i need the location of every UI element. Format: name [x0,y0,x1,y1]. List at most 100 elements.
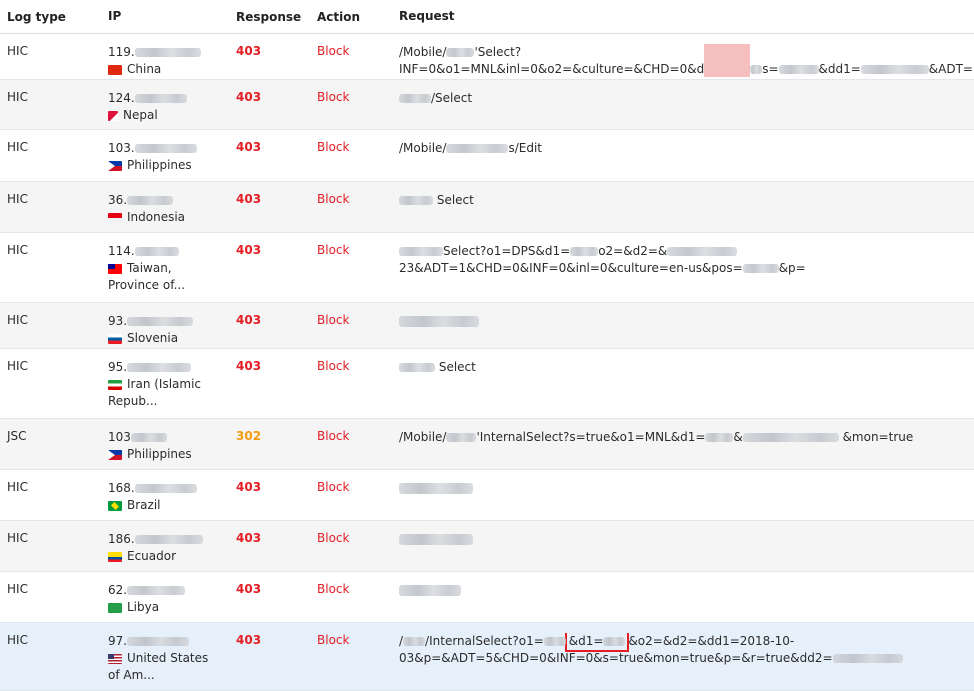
request-text: &d1= [568,634,604,648]
table-row[interactable]: JSC 103 Philippines 302 Block /Mobile/ 'I… [0,419,974,470]
log-type-cell: HIC [7,633,28,647]
redacted-text [446,48,475,57]
action-text: Block [317,429,350,443]
request-cell [399,480,974,497]
redacted-text [742,264,779,273]
ecuador-flag-icon [108,551,122,562]
redacted-ip [134,247,179,256]
request-text: /Select [431,91,473,105]
table-header: Log type IP Response Action Request [0,0,974,34]
response-code: 403 [236,531,262,545]
philippines-flag-icon [108,449,122,460]
table-row[interactable]: HIC 62. Libya 403 Block [0,572,974,623]
request-cell: //InternalSelect?o1= &d1= &o2=&d2=&dd1=201… [399,633,974,667]
ip-text: 114. [108,244,135,258]
request-cell: /Mobile/ 'Select? INF=0&o1=MNL&inl=0&o2=&… [399,44,974,78]
redacted-highlight [704,44,751,77]
table-row[interactable]: HIC 36. Indonesia 403 Block Select [0,182,974,233]
taiwan-flag-icon [108,263,122,274]
nepal-flag-icon [108,110,118,121]
table-row[interactable]: HIC 168. Brazil 403 Block [0,470,974,521]
table-row-selected[interactable]: HIC 97. United States of Am... 403 Block… [0,623,974,691]
response-code: 403 [236,633,262,647]
redacted-text [832,654,903,663]
redacted-text [399,585,461,596]
request-text: Select [438,360,476,374]
brazil-flag-icon [108,500,122,511]
redacted-text [603,637,626,646]
ip-cell: 95. Iran (Islamic Repub... [108,359,236,410]
action-text: Block [317,192,350,206]
country-text: Philippines [127,447,192,461]
request-text: &p= [778,261,806,275]
request-cell: Select [399,192,974,209]
request-text: /InternalSelect?o1= [425,634,544,648]
table-row[interactable]: HIC 124. Nepal 403 Block /Select [0,80,974,130]
ip-cell: 36. Indonesia [108,192,236,226]
redacted-text [705,433,734,442]
action-text: Block [317,480,350,494]
request-text: o2=&d2=& [598,244,668,258]
table-row[interactable]: HIC 186. Ecuador 403 Block [0,521,974,572]
action-text: Block [317,313,350,327]
country-text: United States [127,651,209,665]
redacted-text [399,94,431,103]
china-flag-icon [108,64,122,75]
request-text: INF=0&o1=MNL&inl=0&o2=&culture=&CHD=0&d [399,62,705,76]
action-text: Block [317,44,350,58]
ip-cell: 119. China [108,44,236,78]
table-row[interactable]: HIC 95. Iran (Islamic Repub... 403 Block… [0,349,974,419]
ip-cell: 97. United States of Am... [108,633,236,684]
redacted-ip [127,196,174,205]
request-text: 03&p=&ADT=5&CHD=0&INF=0&s=true&mon=true&… [399,651,833,665]
col-header-log-type[interactable]: Log type [0,10,108,24]
col-header-ip[interactable]: IP [108,8,236,25]
ip-text: 62. [108,583,128,597]
action-text: Block [317,140,350,154]
redacted-text [860,65,929,74]
redacted-text [667,247,738,256]
ip-text: 93. [108,314,128,328]
request-cell: /Mobile/ 'InternalSelect?s=true&o1=MNL&d1… [399,429,974,446]
redacted-text [399,534,473,545]
table-row[interactable]: HIC 93. Slovenia 403 Block [0,303,974,349]
action-text: Block [317,531,350,545]
libya-flag-icon [108,602,122,613]
redacted-text [403,637,426,646]
ip-cell: 114. Taiwan, Province of... [108,243,236,294]
col-header-action[interactable]: Action [317,10,399,24]
response-code: 403 [236,140,262,154]
log-type-cell: HIC [7,531,28,545]
response-code: 403 [236,480,262,494]
response-code: 403 [236,90,262,104]
redacted-ip [127,586,186,595]
table-row[interactable]: HIC 114. Taiwan, Province of... 403 Bloc… [0,233,974,303]
country-text-cont: Province of... [108,278,186,292]
redacted-text [399,483,473,494]
ip-text: 119. [108,45,135,59]
log-type-cell: HIC [7,582,28,596]
response-code: 403 [236,44,262,58]
response-code: 403 [236,582,262,596]
response-code: 403 [236,192,262,206]
action-text: Block [317,90,350,104]
table-row[interactable]: HIC 103. Philippines 403 Block /Mobile/s… [0,130,974,182]
log-type-cell: HIC [7,140,28,154]
redacted-ip [127,637,190,646]
ip-cell: 103 Philippines [108,429,236,463]
ip-cell: 186. Ecuador [108,531,236,565]
redacted-text [399,363,435,372]
ip-text: 103. [108,141,135,155]
col-header-request[interactable]: Request [399,8,974,25]
request-text: /Mobile/ [399,141,447,155]
country-text: Iran (Islamic [127,377,202,391]
request-text: & [733,430,743,444]
request-text: 23&ADT=1&CHD=0&INF=0&inl=0&culture=en-us… [399,261,743,275]
request-text: 'Select? [474,45,522,59]
action-text: Block [317,582,350,596]
iran-flag-icon [108,379,122,390]
request-text: &mon=true [842,430,914,444]
table-row[interactable]: HIC 119. China 403 Block /Mobile/ 'Select… [0,34,974,80]
request-text: /Mobile/ [399,45,447,59]
col-header-response[interactable]: Response [236,10,317,24]
